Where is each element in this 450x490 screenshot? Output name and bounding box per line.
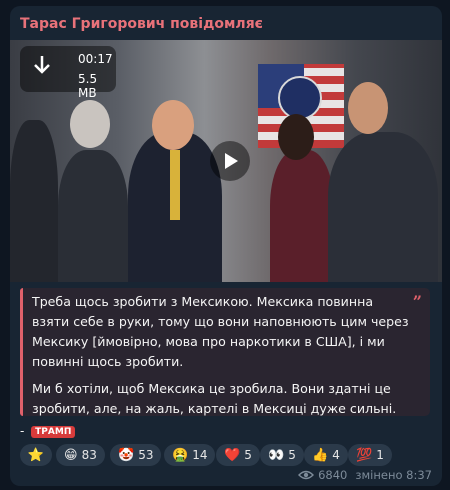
reaction-vomit[interactable]: 🤮 14 (164, 444, 216, 466)
person-head (278, 114, 314, 160)
video-size: 5.5 MB (78, 72, 98, 100)
presidential-seal (278, 76, 322, 120)
reaction-count: 53 (138, 448, 154, 462)
eye-icon (298, 470, 315, 480)
person-head (70, 100, 110, 148)
play-button[interactable] (210, 141, 250, 181)
view-count: 6840 (318, 468, 348, 482)
person-figure (328, 132, 438, 282)
vomit-icon: 🤮 (172, 447, 189, 463)
heart-icon: ❤️ (224, 447, 241, 463)
person-head (152, 100, 194, 150)
video-duration: 00:17 (78, 52, 113, 66)
quote-accent-bar (20, 288, 23, 416)
edited-time: змінено 8:37 (355, 468, 432, 482)
reaction-count: 83 (81, 448, 97, 462)
reaction-count: 4 (332, 448, 340, 462)
hashtag-badge[interactable]: ТРАМП (31, 426, 76, 438)
reaction-grin[interactable]: 😁 83 (56, 444, 105, 466)
reaction-thumbs-up[interactable]: 👍 4 (304, 444, 348, 466)
quote-paragraph: Ми б хотіли, щоб Мексика це зробила. Вон… (32, 381, 397, 416)
download-arrow-icon[interactable] (32, 54, 52, 80)
star-icon: ⭐ (27, 447, 45, 463)
reaction-eyes[interactable]: 👀 5 (260, 444, 304, 466)
play-icon (225, 153, 238, 169)
reaction-count: 5 (244, 448, 252, 462)
signature-prefix: - (20, 424, 29, 438)
reaction-star[interactable]: ⭐ (20, 444, 52, 466)
reaction-count: 1 (376, 448, 384, 462)
channel-name[interactable]: Тарас Григорович повідомляє (20, 16, 263, 32)
grin-icon: 😁 (64, 447, 78, 463)
video-thumbnail[interactable]: 00:17 5.5 MB (10, 40, 442, 282)
person-figure (58, 150, 128, 282)
thumbs-up-icon: 👍 (312, 447, 329, 463)
person-head (348, 82, 388, 134)
message-bubble: Тарас Григорович повідомляє 00:17 5.5 MB (10, 6, 442, 486)
quote-paragraph: Треба щось зробити з Мексикою. Мексика п… (32, 294, 409, 369)
video-info-pill: 00:17 5.5 MB (20, 46, 116, 100)
quote-block: ” Треба щось зробити з Мексикою. Мексика… (20, 288, 430, 416)
reaction-count: 14 (192, 448, 208, 462)
clown-icon: 🤡 (118, 447, 135, 463)
person-figure (270, 150, 334, 282)
reaction-heart[interactable]: ❤️ 5 (216, 444, 260, 466)
quote-mark-icon: ” (412, 292, 422, 311)
reaction-clown[interactable]: 🤡 53 (110, 444, 162, 466)
message-meta: 6840 змінено 8:37 (298, 468, 432, 482)
reaction-count: 5 (288, 448, 296, 462)
tie (170, 150, 180, 220)
person-figure (10, 120, 58, 282)
eyes-icon: 👀 (268, 447, 285, 463)
signature: - ТРАМП (20, 424, 76, 438)
hundred-icon: 💯 (356, 447, 373, 463)
reaction-hundred[interactable]: 💯 1 (348, 444, 392, 466)
